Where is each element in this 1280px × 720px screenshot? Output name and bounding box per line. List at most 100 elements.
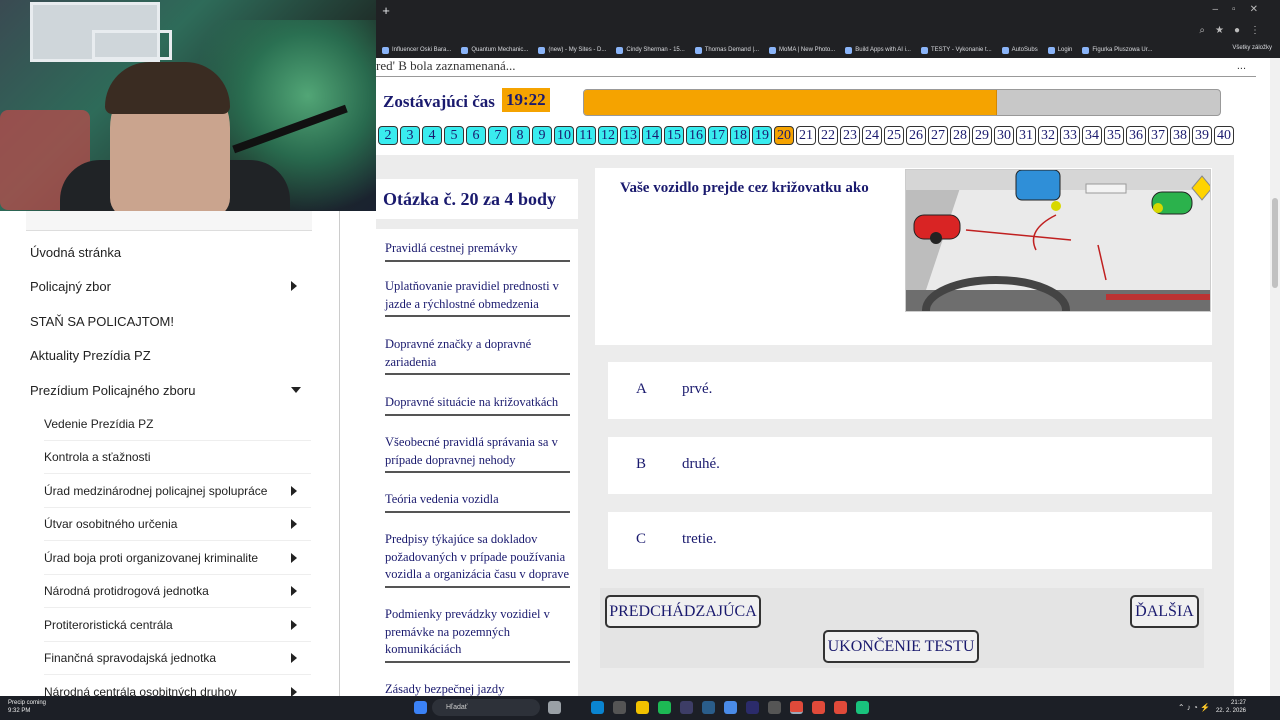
sidebar-subitem[interactable]: Protiteroristická centrála (44, 608, 311, 642)
question-number-35[interactable]: 35 (1104, 126, 1124, 145)
sidebar-subitem[interactable]: Národná protidrogová jednotka (44, 574, 311, 608)
sidebar-item[interactable]: Aktuality Prezídia PZ (30, 338, 311, 372)
question-number-37[interactable]: 37 (1148, 126, 1168, 145)
question-number-40[interactable]: 40 (1214, 126, 1234, 145)
after-effects-icon[interactable] (680, 701, 693, 714)
file-explorer-icon[interactable] (636, 701, 649, 714)
answer-option-b[interactable]: Bdruhé. (608, 437, 1212, 494)
bookmark-item[interactable]: Influencer Oski Bara... (382, 46, 451, 54)
question-number-33[interactable]: 33 (1060, 126, 1080, 145)
question-number-38[interactable]: 38 (1170, 126, 1190, 145)
app-icon[interactable] (613, 701, 626, 714)
mail-icon[interactable] (724, 701, 737, 714)
taskbar-search[interactable]: Hľadať (432, 699, 540, 716)
category-link[interactable]: Teória vedenia vozidla (385, 491, 570, 513)
profile-icon[interactable]: ● (1234, 25, 1240, 36)
question-number-32[interactable]: 32 (1038, 126, 1058, 145)
question-number-19[interactable]: 19 (752, 126, 772, 145)
bookmark-item[interactable]: Build Apps with AI i... (845, 46, 911, 54)
question-number-4[interactable]: 4 (422, 126, 442, 145)
answer-option-a[interactable]: Aprvé. (608, 362, 1212, 419)
lightroom-icon[interactable] (702, 701, 715, 714)
category-link[interactable]: Všeobecné pravidlá správania sa v prípad… (385, 434, 570, 473)
clock[interactable]: 21:27 22. 2. 2026 (1216, 699, 1246, 715)
spotify-icon[interactable] (658, 701, 671, 714)
bookmark-item[interactable]: Quantum Mechanic... (461, 46, 528, 54)
bookmark-item[interactable]: MoMA | New Photo... (769, 46, 835, 54)
bookmark-item[interactable]: TESTY - Vykonanie t... (920, 46, 992, 54)
category-link[interactable]: Dopravné situácie na križovatkách (385, 394, 570, 416)
question-number-18[interactable]: 18 (730, 126, 750, 145)
question-number-13[interactable]: 13 (620, 126, 640, 145)
window-controls[interactable]: –▫✕ (1213, 4, 1273, 15)
question-number-25[interactable]: 25 (884, 126, 904, 145)
new-tab-icon[interactable]: + (379, 4, 393, 18)
category-link[interactable]: Uplatňovanie pravidiel prednosti v jazde… (385, 278, 570, 317)
category-link[interactable]: Predpisy týkajúce sa dokladov požadovaný… (385, 531, 570, 588)
answer-option-c[interactable]: Ctretie. (608, 512, 1212, 569)
question-number-12[interactable]: 12 (598, 126, 618, 145)
sidebar-item[interactable]: Prezídium Policajného zboru (30, 373, 311, 407)
system-tray[interactable]: ⌃ ♪ ◔ ⚡ (1178, 703, 1210, 712)
question-number-34[interactable]: 34 (1082, 126, 1102, 145)
sidebar-subitem[interactable]: Úrad boja proti organizovanej kriminalit… (44, 541, 311, 575)
more-icon[interactable]: ... (1237, 60, 1246, 72)
question-number-36[interactable]: 36 (1126, 126, 1146, 145)
bookmark-item[interactable]: Figurka Pluszowa Ur... (1082, 46, 1152, 54)
app-icon[interactable] (768, 701, 781, 714)
scrollbar[interactable] (1270, 58, 1280, 696)
question-number-28[interactable]: 28 (950, 126, 970, 145)
question-number-17[interactable]: 17 (708, 126, 728, 145)
question-number-31[interactable]: 31 (1016, 126, 1036, 145)
chatgpt-icon[interactable] (856, 701, 869, 714)
question-number-21[interactable]: 21 (796, 126, 816, 145)
sidebar-subitem[interactable]: Útvar osobitného určenia (44, 507, 311, 541)
start-icon[interactable] (414, 701, 427, 714)
question-number-23[interactable]: 23 (840, 126, 860, 145)
category-link[interactable]: Podmienky prevádzky vozidiel v premávke … (385, 606, 570, 663)
question-number-20[interactable]: 20 (774, 126, 794, 145)
sidebar-subitem[interactable]: Kontrola a sťažnosti (44, 440, 311, 474)
scroll-thumb[interactable] (1272, 198, 1278, 288)
zoom-icon[interactable]: ⌕ (1199, 25, 1205, 36)
question-number-8[interactable]: 8 (510, 126, 530, 145)
chrome-icon[interactable] (812, 701, 825, 714)
question-number-27[interactable]: 27 (928, 126, 948, 145)
question-number-11[interactable]: 11 (576, 126, 596, 145)
bookmark-item[interactable]: Cindy Sherman - 15... (616, 46, 685, 54)
category-link[interactable]: Pravidlá cestnej premávky (385, 240, 570, 262)
question-number-16[interactable]: 16 (686, 126, 706, 145)
category-link[interactable]: Dopravné značky a dopravné zariadenia (385, 336, 570, 375)
sidebar-subitem[interactable]: Finančná spravodajská jednotka (44, 641, 311, 675)
question-number-9[interactable]: 9 (532, 126, 552, 145)
question-number-3[interactable]: 3 (400, 126, 420, 145)
bookmark-item[interactable]: (new) - My Sites - D... (538, 46, 606, 54)
previous-button[interactable]: PREDCHÁDZAJÚCA (605, 595, 761, 628)
question-number-2[interactable]: 2 (378, 126, 398, 145)
question-number-26[interactable]: 26 (906, 126, 926, 145)
question-number-14[interactable]: 14 (642, 126, 662, 145)
all-bookmarks-link[interactable]: Všetky záložky (1232, 45, 1272, 51)
finish-test-button[interactable]: UKONČENIE TESTU (823, 630, 979, 663)
question-number-6[interactable]: 6 (466, 126, 486, 145)
task-view-icon[interactable] (548, 701, 561, 714)
question-number-7[interactable]: 7 (488, 126, 508, 145)
question-number-5[interactable]: 5 (444, 126, 464, 145)
bookmark-item[interactable]: Login (1047, 46, 1072, 54)
menu-icon[interactable]: ⋮ (1250, 25, 1260, 36)
sidebar-item[interactable]: Policajný zbor (30, 269, 311, 303)
question-number-29[interactable]: 29 (972, 126, 992, 145)
weather-widget[interactable]: Precip coming 9:32 PM (8, 699, 46, 715)
bookmark-item[interactable]: Thomas Demand |... (694, 46, 759, 54)
sidebar-item[interactable]: Úvodná stránka (30, 235, 311, 269)
chrome-icon[interactable] (790, 701, 803, 714)
question-number-24[interactable]: 24 (862, 126, 882, 145)
chrome-icon[interactable] (834, 701, 847, 714)
question-number-22[interactable]: 22 (818, 126, 838, 145)
question-number-15[interactable]: 15 (664, 126, 684, 145)
premiere-icon[interactable] (746, 701, 759, 714)
sidebar-subitem[interactable]: Vedenie Prezídia PZ (44, 407, 311, 441)
sidebar-item[interactable]: STAŇ SA POLICAJTOM! (30, 304, 311, 338)
question-number-10[interactable]: 10 (554, 126, 574, 145)
question-number-39[interactable]: 39 (1192, 126, 1212, 145)
